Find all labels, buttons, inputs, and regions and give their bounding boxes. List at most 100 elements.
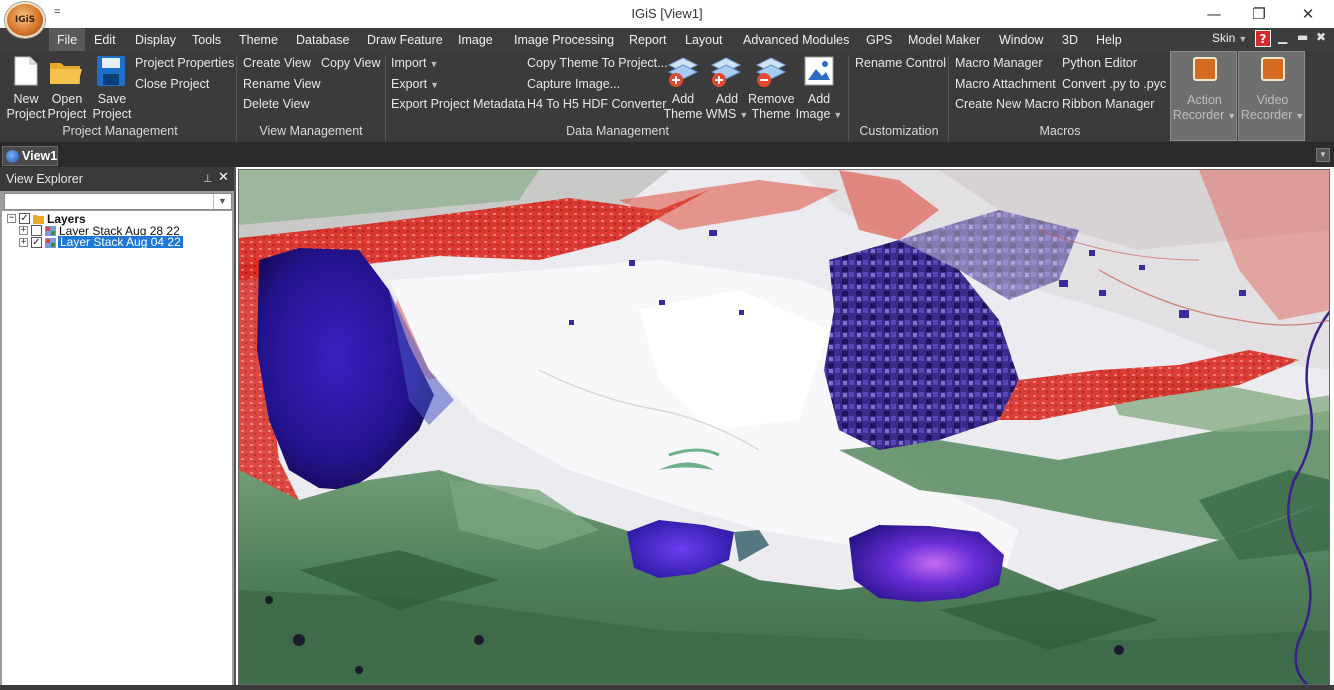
- menu-model-maker[interactable]: Model Maker: [908, 33, 980, 47]
- tab-view1[interactable]: View1: [2, 146, 58, 166]
- tab-view1-label: View1: [22, 149, 58, 163]
- macros-caption: Macros: [1039, 124, 1081, 138]
- menu-edit[interactable]: Edit: [94, 33, 116, 47]
- ribbon: New Project Open Project Save Project Proje…: [0, 51, 1334, 143]
- view-explorer-panel: View Explorer ⊥ ✕ ▼ − ✓ Layers + Layer S…: [0, 167, 236, 690]
- raster-layer-icon: [45, 238, 56, 248]
- menu-database[interactable]: Database: [296, 33, 350, 47]
- ribbon-manager-button[interactable]: Ribbon Manager: [1062, 97, 1154, 111]
- delete-view-button[interactable]: Delete View: [243, 97, 309, 111]
- create-view-button[interactable]: Create View: [243, 56, 311, 70]
- capture-image-button[interactable]: Capture Image...: [527, 77, 620, 91]
- save-project-label: Project: [92, 107, 132, 121]
- floppy-disk-icon: [97, 56, 125, 86]
- action-label: Action: [1187, 93, 1222, 107]
- macro-manager-button[interactable]: Macro Manager: [955, 56, 1043, 70]
- recorder-icon: [1261, 57, 1285, 81]
- menu-advanced-modules[interactable]: Advanced Modules: [743, 33, 849, 47]
- add-layers-icon: [667, 57, 699, 87]
- mdi-restore-button[interactable]: ▬: [1297, 30, 1308, 44]
- satellite-image-raster: [239, 170, 1329, 684]
- globe-icon: [6, 150, 19, 163]
- menu-display[interactable]: Display: [135, 33, 176, 47]
- copy-theme-to-project-button[interactable]: Copy Theme To Project...: [527, 56, 668, 70]
- view-selector-combo[interactable]: ▼: [4, 193, 232, 210]
- window-title: IGiS [View1]: [631, 6, 703, 21]
- rename-view-button[interactable]: Rename View: [243, 77, 321, 91]
- action-recorder-button[interactable]: Action Recorder ▼: [1170, 51, 1237, 141]
- remove-label: Remove: [748, 92, 795, 106]
- collapse-icon[interactable]: −: [7, 214, 16, 223]
- open-label: Open: [51, 92, 83, 106]
- h4-to-h5-converter-button[interactable]: H4 To H5 HDF Converter: [527, 97, 666, 111]
- menu-theme[interactable]: Theme: [239, 33, 278, 47]
- remove-layers-icon: [755, 57, 787, 87]
- create-new-macro-button[interactable]: Create New Macro: [955, 97, 1059, 111]
- menu-gps[interactable]: GPS: [866, 33, 892, 47]
- status-strip: [0, 685, 1334, 690]
- app-logo[interactable]: IGiS: [5, 2, 45, 38]
- recorder-icon: [1193, 57, 1217, 81]
- raster-layer-icon: [45, 226, 56, 236]
- open-project-label: Project: [47, 107, 87, 121]
- restore-window-button[interactable]: ❐: [1239, 3, 1279, 25]
- menu-3d[interactable]: 3D: [1062, 33, 1078, 47]
- close-icon[interactable]: ✕: [218, 170, 229, 185]
- menu-draw-feature[interactable]: Draw Feature: [367, 33, 443, 47]
- expand-icon[interactable]: +: [19, 238, 28, 247]
- export-project-metadata-button[interactable]: Export Project Metadata: [391, 97, 525, 111]
- new-label: New: [13, 92, 39, 106]
- import-dropdown[interactable]: Import ▼: [391, 56, 438, 70]
- new-document-icon: [14, 56, 38, 86]
- chevron-down-icon[interactable]: ▼: [213, 194, 231, 209]
- map-view-canvas[interactable]: [238, 169, 1330, 685]
- menu-file[interactable]: File: [57, 33, 77, 47]
- expand-icon[interactable]: +: [19, 226, 28, 235]
- import-label: Import: [391, 56, 427, 70]
- theme-label: Theme: [663, 107, 703, 121]
- chevron-down-icon: ▼: [739, 110, 749, 120]
- tab-list-dropdown[interactable]: ▼: [1316, 148, 1330, 162]
- menu-layout[interactable]: Layout: [685, 33, 723, 47]
- menu-window[interactable]: Window: [999, 33, 1043, 47]
- add-wms-icon: [710, 57, 742, 87]
- convert-py-to-pyc-button[interactable]: Convert .py to .pyc: [1062, 77, 1166, 91]
- minimize-window-button[interactable]: —: [1194, 3, 1234, 25]
- menu-help[interactable]: Help: [1096, 33, 1122, 47]
- layer-visibility-checkbox[interactable]: [31, 225, 42, 236]
- skin-selector[interactable]: Skin ▼: [1212, 31, 1247, 49]
- mdi-close-button[interactable]: ✖: [1316, 30, 1326, 44]
- view-explorer-header: View Explorer ⊥ ✕: [0, 167, 234, 191]
- macro-attachment-button[interactable]: Macro Attachment: [955, 77, 1056, 91]
- layers-visibility-checkbox[interactable]: ✓: [19, 213, 30, 224]
- project-properties-button[interactable]: Project Properties: [135, 56, 234, 70]
- ribbon-separator: [848, 55, 849, 141]
- copy-view-button[interactable]: Copy View: [321, 56, 381, 70]
- project-management-caption: Project Management: [62, 124, 178, 138]
- document-tab-strip: View1: [0, 143, 1334, 167]
- add-label: Add: [715, 92, 739, 106]
- ribbon-separator: [236, 55, 237, 141]
- mdi-minimize-button[interactable]: ▁: [1278, 30, 1287, 44]
- rename-control-button[interactable]: Rename Control: [855, 56, 946, 70]
- add-label: Add: [671, 92, 695, 106]
- video-recorder-button[interactable]: Video Recorder ▼: [1238, 51, 1305, 141]
- tree-node-layer-selected[interactable]: + ✓ Layer Stack Aug 04 22: [2, 235, 192, 249]
- help-icon[interactable]: ?: [1255, 30, 1271, 47]
- theme-label: Theme: [751, 107, 791, 121]
- customization-caption: Customization: [859, 124, 939, 138]
- image-icon: [804, 56, 834, 86]
- close-project-button[interactable]: Close Project: [135, 77, 209, 91]
- menu-report[interactable]: Report: [629, 33, 667, 47]
- export-dropdown[interactable]: Export ▼: [391, 77, 439, 91]
- menu-image-processing[interactable]: Image Processing: [514, 33, 614, 47]
- layer-visibility-checkbox[interactable]: ✓: [31, 237, 42, 248]
- export-label: Export: [391, 77, 428, 91]
- wms-label: WMS: [705, 107, 737, 121]
- folder-open-icon: [50, 63, 82, 84]
- python-editor-button[interactable]: Python Editor: [1062, 56, 1137, 70]
- menu-tools[interactable]: Tools: [192, 33, 221, 47]
- close-window-button[interactable]: ✕: [1288, 3, 1328, 25]
- pin-icon[interactable]: ⊥: [203, 172, 213, 185]
- menu-image[interactable]: Image: [458, 33, 493, 47]
